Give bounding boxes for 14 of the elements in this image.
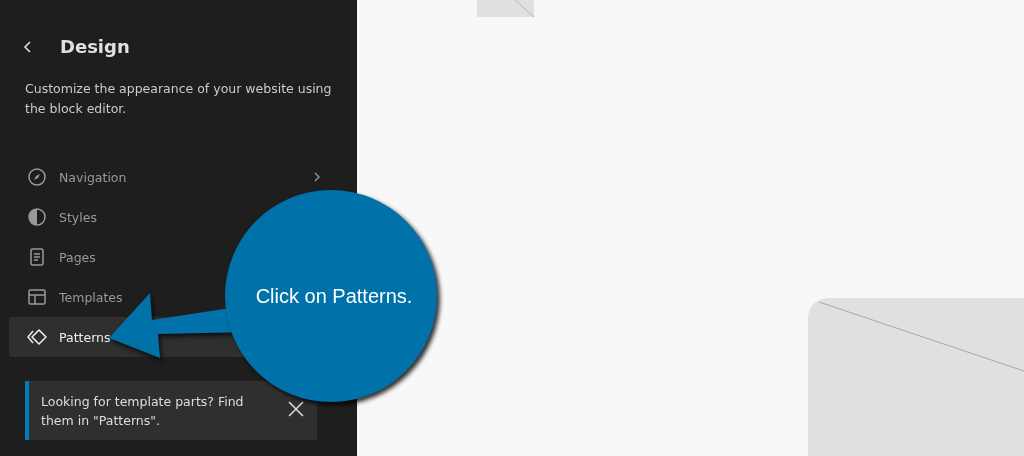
sidebar-item[interactable]: Pages (9, 237, 330, 277)
image-placeholder (477, 0, 534, 17)
sidebar-item[interactable]: Styles (9, 197, 330, 237)
sidebar-title: Design (60, 36, 130, 57)
half-circle-icon (27, 207, 47, 227)
page-icon (27, 247, 47, 267)
layout-icon (27, 287, 47, 307)
notice-text: Looking for template parts? Find them in "Patterns". (41, 393, 245, 430)
sidebar-item[interactable]: Navigation (9, 157, 330, 197)
diamond-icon (27, 327, 47, 347)
compass-icon (27, 167, 47, 187)
callout-text: Click on Patterns. (255, 284, 413, 308)
close-icon[interactable] (287, 400, 305, 418)
sidebar-description: Customize the appearance of your website using the block editor. (25, 80, 333, 118)
